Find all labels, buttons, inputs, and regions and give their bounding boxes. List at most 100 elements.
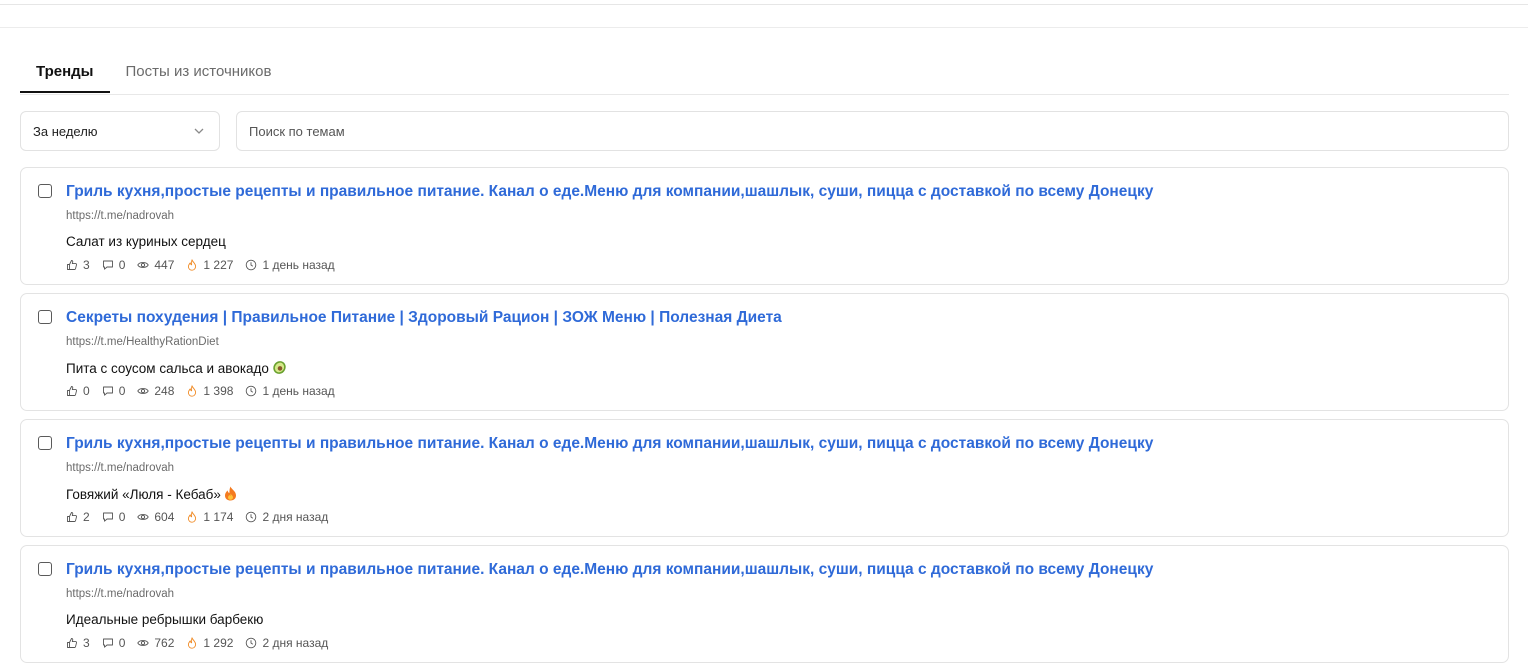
channel-title-link[interactable]: Секреты похудения | Правильное Питание |… [66, 309, 782, 327]
views-count: 762 [154, 636, 175, 650]
thumbs-up-icon [67, 386, 77, 396]
likes-stat: 3 [66, 258, 90, 272]
post-text-label: Салат из куриных сердец [66, 234, 226, 249]
channel-url[interactable]: https://t.me/nadrovah [66, 462, 174, 474]
fire-icon [188, 385, 197, 397]
clock-icon [246, 637, 257, 649]
comments-count: 0 [118, 384, 126, 398]
top-divider [0, 0, 1528, 5]
views-count: 447 [154, 258, 175, 272]
fire-icon [188, 259, 197, 271]
trend-score-stat: 1 398 [186, 384, 233, 398]
eye-icon [137, 262, 150, 268]
channel-title-link[interactable]: Гриль кухня,простые рецепты и правильное… [66, 561, 1153, 579]
likes-stat: 2 [66, 510, 90, 524]
fire-icon [188, 511, 197, 523]
post-time: 2 дня назад [262, 636, 329, 650]
tab-trends[interactable]: Тренды [20, 52, 110, 93]
trend-score: 1 227 [203, 258, 234, 272]
likes-count: 2 [83, 510, 90, 524]
trend-score: 1 292 [203, 636, 234, 650]
comment-icon [102, 638, 113, 648]
post-time: 2 дня назад [262, 510, 329, 524]
tab-bar: Тренды Посты из источников [20, 52, 1509, 95]
period-select[interactable]: За неделю [20, 111, 220, 151]
post-card: Гриль кухня,простые рецепты и правильное… [20, 419, 1509, 537]
comments-count: 0 [118, 636, 126, 650]
time-stat: 2 дня назад [245, 510, 328, 524]
clock-icon [246, 385, 257, 397]
eye-icon [137, 640, 150, 646]
post-select-checkbox[interactable] [38, 562, 52, 576]
post-stats: 0 0 248 1 398 1 день назад [66, 384, 347, 398]
thumbs-up-icon [67, 638, 77, 648]
likes-stat: 3 [66, 636, 90, 650]
likes-count: 3 [83, 636, 90, 650]
chevron-down-icon [194, 128, 204, 134]
comment-icon [102, 386, 113, 396]
post-list: Гриль кухня,простые рецепты и правильное… [20, 167, 1509, 671]
post-select-checkbox[interactable] [38, 310, 52, 324]
post-stats: 3 0 762 1 292 2 дня назад [66, 636, 340, 650]
trend-score-stat: 1 227 [186, 258, 233, 272]
post-text-label: Идеальные ребрышки барбекю [66, 612, 264, 627]
clock-icon [246, 259, 257, 271]
thumbs-up-icon [67, 512, 77, 522]
period-select-value: За неделю [33, 123, 98, 139]
comment-icon [102, 512, 113, 522]
topic-search-input[interactable] [236, 111, 1509, 151]
time-stat: 1 день назад [245, 258, 335, 272]
avocado-icon [272, 360, 287, 378]
post-time: 1 день назад [262, 258, 335, 272]
clock-icon [246, 511, 257, 523]
post-text: Говяжий «Люля - Кебаб» [66, 486, 237, 504]
post-text-label: Пита с соусом сальса и авокадо [66, 361, 269, 376]
eye-icon [137, 514, 150, 520]
thumbs-up-icon [67, 260, 77, 270]
channel-title-link[interactable]: Гриль кухня,простые рецепты и правильное… [66, 183, 1153, 201]
fire-icon [188, 637, 197, 649]
comments-count: 0 [118, 258, 126, 272]
channel-url[interactable]: https://t.me/HealthyRationDiet [66, 336, 219, 348]
comments-stat: 0 [102, 384, 126, 398]
trend-score-stat: 1 174 [186, 510, 233, 524]
eye-icon [137, 388, 150, 394]
post-stats: 3 0 447 1 227 1 день назад [66, 258, 347, 272]
views-stat: 762 [137, 636, 174, 650]
post-time: 1 день назад [262, 384, 335, 398]
post-stats: 2 0 604 1 174 2 дня назад [66, 510, 340, 524]
tab-source-posts[interactable]: Посты из источников [110, 52, 288, 93]
time-stat: 1 день назад [245, 384, 335, 398]
post-select-checkbox[interactable] [38, 184, 52, 198]
trend-score: 1 174 [203, 510, 234, 524]
header-divider [0, 27, 1528, 28]
trend-score: 1 398 [203, 384, 234, 398]
likes-stat: 0 [66, 384, 90, 398]
channel-url[interactable]: https://t.me/nadrovah [66, 210, 174, 222]
comments-stat: 0 [102, 636, 126, 650]
comment-icon [102, 260, 113, 270]
post-select-checkbox[interactable] [38, 436, 52, 450]
time-stat: 2 дня назад [245, 636, 328, 650]
post-card: Секреты похудения | Правильное Питание |… [20, 293, 1509, 411]
channel-url[interactable]: https://t.me/nadrovah [66, 588, 174, 600]
likes-count: 3 [83, 258, 90, 272]
comments-count: 0 [118, 510, 126, 524]
post-text-label: Говяжий «Люля - Кебаб» [66, 487, 221, 502]
filter-bar: За неделю [20, 111, 1509, 151]
views-count: 248 [154, 384, 175, 398]
views-stat: 447 [137, 258, 174, 272]
trend-score-stat: 1 292 [186, 636, 233, 650]
post-text: Салат из куриных сердец [66, 234, 226, 249]
views-stat: 604 [137, 510, 174, 524]
post-card: Гриль кухня,простые рецепты и правильное… [20, 545, 1509, 663]
likes-count: 0 [83, 384, 90, 398]
post-text: Пита с соусом сальса и авокадо [66, 360, 287, 378]
comments-stat: 0 [102, 510, 126, 524]
fire-emoji-icon [224, 486, 237, 504]
views-stat: 248 [137, 384, 174, 398]
channel-title-link[interactable]: Гриль кухня,простые рецепты и правильное… [66, 435, 1153, 453]
post-card: Гриль кухня,простые рецепты и правильное… [20, 167, 1509, 285]
views-count: 604 [154, 510, 175, 524]
comments-stat: 0 [102, 258, 126, 272]
